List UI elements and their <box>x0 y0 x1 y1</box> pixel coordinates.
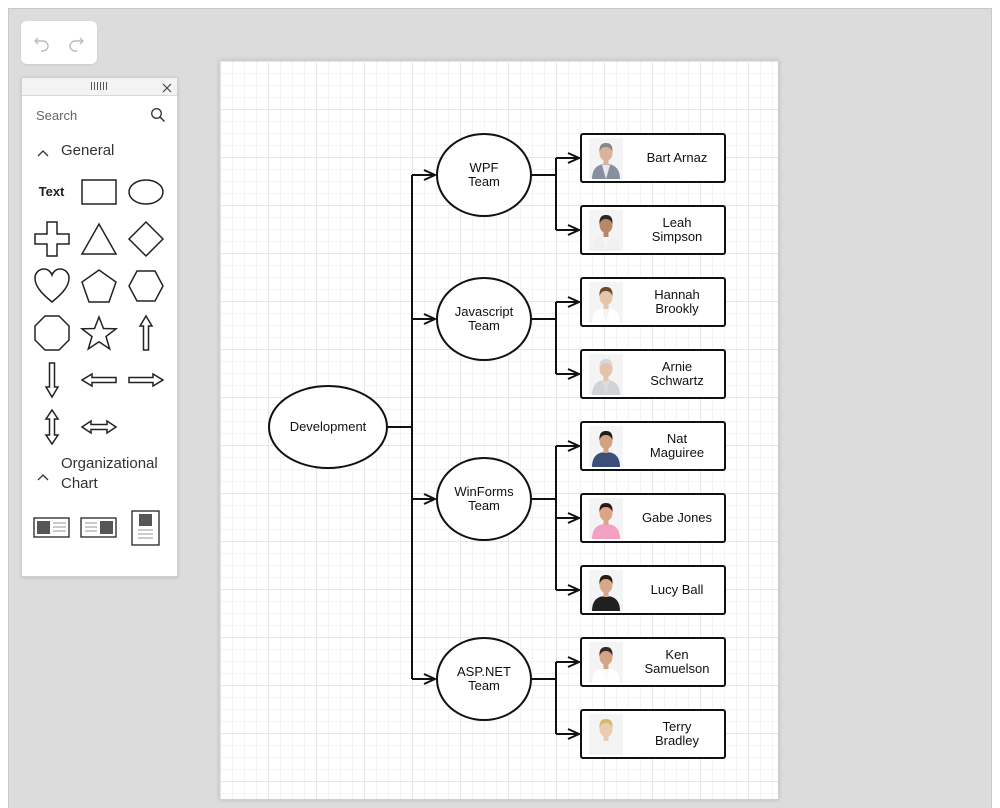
person-node[interactable]: Hannah Brookly <box>580 277 726 327</box>
person-name: Nat Maguiree <box>649 431 705 460</box>
search-icon[interactable] <box>150 107 166 123</box>
root-node[interactable]: Development <box>268 385 388 469</box>
symbol-palette: General Text Organizational Chart <box>21 77 178 577</box>
org-card-photo-top[interactable] <box>122 504 169 551</box>
section-org-chart-header[interactable]: Organizational Chart <box>22 450 177 498</box>
org-card-photo-left[interactable] <box>28 504 75 551</box>
person-node[interactable]: Bart Arnaz <box>580 133 726 183</box>
person-photo <box>589 282 623 323</box>
shape-star[interactable] <box>75 309 122 356</box>
shape-rectangle[interactable] <box>75 168 122 215</box>
person-name: Ken Samuelson <box>644 647 710 676</box>
person-name: Hannah Brookly <box>654 287 700 316</box>
person-name: Lucy Ball <box>650 582 704 597</box>
person-name: Terry Bradley <box>654 719 700 748</box>
node-label: Javascript Team <box>454 304 514 333</box>
team-node[interactable]: Javascript Team <box>436 277 532 361</box>
section-org-chart-title: Organizational Chart <box>61 455 158 492</box>
palette-header[interactable] <box>22 78 177 96</box>
person-photo <box>589 138 623 179</box>
redo-icon[interactable] <box>66 33 86 53</box>
shape-octagon[interactable] <box>28 309 75 356</box>
shape-arrow-right[interactable] <box>122 356 169 403</box>
drag-handle-icon[interactable] <box>91 82 109 90</box>
chevron-up-icon <box>36 469 50 481</box>
team-node[interactable]: WPF Team <box>436 133 532 217</box>
section-general-title: General <box>61 142 115 159</box>
diagram-canvas[interactable]: Bart Arnaz Leah Simpson WPF Team Hannah Bro… <box>219 60 779 800</box>
shape-triangle[interactable] <box>75 215 122 262</box>
undo-icon[interactable] <box>32 33 52 53</box>
node-label: WPF Team <box>468 160 500 189</box>
person-name: Bart Arnaz <box>646 150 708 165</box>
person-photo <box>589 570 623 611</box>
node-label: ASP.NET Team <box>457 664 511 693</box>
shape-ellipse[interactable] <box>122 168 169 215</box>
person-node[interactable]: Ken Samuelson <box>580 637 726 687</box>
person-node[interactable]: Terry Bradley <box>580 709 726 759</box>
person-photo <box>589 210 623 251</box>
person-node[interactable]: Arnie Schwartz <box>580 349 726 399</box>
shape-heart[interactable] <box>28 262 75 309</box>
search-input[interactable] <box>30 104 150 126</box>
person-name: Arnie Schwartz <box>650 359 704 388</box>
org-chart-shapes <box>22 498 177 551</box>
shape-hexagon[interactable] <box>122 262 169 309</box>
person-node[interactable]: Leah Simpson <box>580 205 726 255</box>
shape-pentagon[interactable] <box>75 262 122 309</box>
node-label: Development <box>289 419 367 434</box>
shape-plus[interactable] <box>28 215 75 262</box>
node-label: WinForms Team <box>454 484 514 513</box>
team-node[interactable]: ASP.NET Team <box>436 637 532 721</box>
shape-arrow-up[interactable] <box>122 309 169 356</box>
close-icon[interactable] <box>161 81 173 93</box>
person-node[interactable]: Nat Maguiree <box>580 421 726 471</box>
org-card-photo-right[interactable] <box>75 504 122 551</box>
shape-arrow-left[interactable] <box>75 356 122 403</box>
general-shapes: Text <box>22 168 177 450</box>
chevron-up-icon <box>36 145 50 157</box>
shape-diamond[interactable] <box>122 215 169 262</box>
section-general-header[interactable]: General <box>22 134 177 168</box>
person-photo <box>589 642 623 683</box>
person-photo <box>589 426 623 467</box>
shape-text-label: Text <box>38 184 65 199</box>
shape-text[interactable]: Text <box>28 168 75 215</box>
person-name: Leah Simpson <box>651 215 703 244</box>
palette-search <box>22 96 177 134</box>
person-node[interactable]: Lucy Ball <box>580 565 726 615</box>
team-node[interactable]: WinForms Team <box>436 457 532 541</box>
person-photo <box>589 354 623 395</box>
shape-arrow-up-down[interactable] <box>28 403 75 450</box>
person-name: Gabe Jones <box>641 510 713 525</box>
person-photo <box>589 498 623 539</box>
shape-arrow-left-right[interactable] <box>75 403 122 450</box>
shape-arrow-down[interactable] <box>28 356 75 403</box>
person-photo <box>589 714 623 755</box>
person-node[interactable]: Gabe Jones <box>580 493 726 543</box>
undo-redo-toolbar <box>21 21 97 64</box>
